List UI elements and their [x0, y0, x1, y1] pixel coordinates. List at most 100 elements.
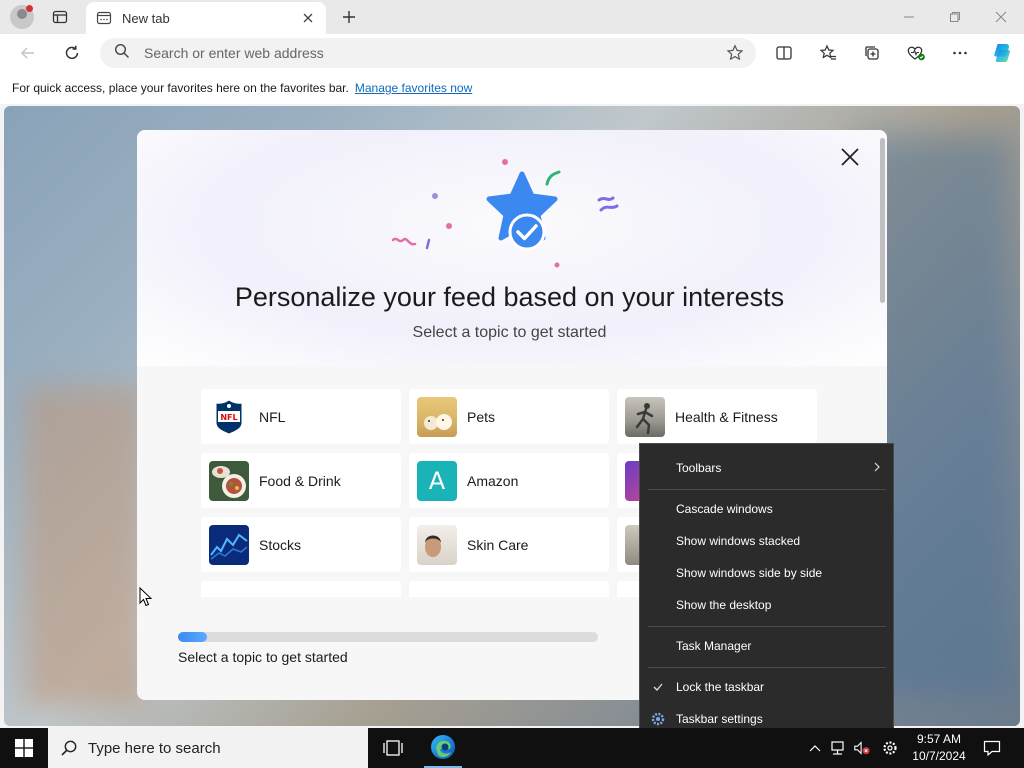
network-icon[interactable]: [829, 738, 847, 758]
stocks-thumbnail: [209, 524, 249, 565]
dialog-scrollbar[interactable]: [880, 138, 885, 303]
settings-gear-icon[interactable]: [881, 738, 899, 758]
address-toolbar: [0, 34, 1024, 72]
gear-icon: [651, 712, 665, 726]
menu-item-label: Task Manager: [676, 639, 752, 653]
clock-date: 10/7/2024: [912, 749, 966, 763]
skincare-thumbnail: [417, 524, 457, 565]
menu-item-label: Show the desktop: [676, 598, 772, 612]
mouse-cursor-icon: [139, 587, 153, 607]
dialog-subtitle: Select a topic to get started: [412, 324, 607, 341]
taskbar-context-menu: Toolbars Cascade windows Show windows st…: [639, 443, 894, 744]
topic-label: Food & Drink: [259, 472, 341, 489]
manage-favorites-link[interactable]: Manage favorites now: [355, 81, 472, 95]
task-view-button[interactable]: [378, 728, 408, 768]
star-celebration-icon: [391, 159, 619, 268]
menu-separator: [648, 489, 886, 490]
menu-separator: [648, 667, 886, 668]
menu-item-lock-the-taskbar[interactable]: Lock the taskbar: [640, 672, 893, 702]
tab-title: New tab: [122, 10, 170, 26]
chevron-right-icon: [873, 461, 881, 476]
action-center-button[interactable]: [980, 728, 1004, 768]
topic-card-partial[interactable]: [201, 581, 401, 597]
tab-close-icon[interactable]: [300, 10, 316, 26]
clock-time: 9:57 AM: [916, 732, 962, 746]
menu-item-label: Show windows side by side: [676, 566, 823, 580]
tab-strip: New tab: [0, 0, 1024, 34]
progress-fill: [178, 632, 208, 642]
split-screen-icon[interactable]: [770, 40, 798, 66]
fitness-thumbnail: [625, 396, 665, 437]
menu-item-show-the-desktop[interactable]: Show the desktop: [640, 590, 893, 620]
topic-card-stocks[interactable]: Stocks: [201, 517, 401, 572]
close-dialog-button[interactable]: [837, 144, 863, 170]
taskbar-search-placeholder: Type here to search: [88, 739, 221, 757]
new-tab-button[interactable]: [338, 6, 360, 28]
menu-item-label: Lock the taskbar: [676, 680, 765, 694]
menu-item-task-manager[interactable]: Task Manager: [640, 631, 893, 661]
favorites-icon[interactable]: [814, 40, 842, 66]
start-button[interactable]: [0, 728, 48, 768]
menu-item-show-windows-stacked[interactable]: Show windows stacked: [640, 526, 893, 556]
taskbar-edge-app[interactable]: [424, 728, 462, 768]
topic-card-skin-care[interactable]: Skin Care: [409, 517, 609, 572]
nfl-logo-icon: NFL: [209, 397, 249, 437]
close-window-button[interactable]: [978, 0, 1024, 34]
minimize-button[interactable]: [886, 0, 932, 34]
topic-label: Health & Fitness: [675, 408, 778, 425]
address-input[interactable]: [144, 45, 704, 61]
topic-card-pets[interactable]: Pets: [409, 389, 609, 444]
menu-item-label: Cascade windows: [676, 502, 773, 516]
windows-taskbar: Type here to search 9:57 AM 10/7/2024: [0, 728, 1024, 768]
topic-label: Stocks: [259, 536, 302, 553]
favorite-star-icon[interactable]: [726, 44, 744, 67]
favorites-bar-message: For quick access, place your favorites h…: [12, 81, 349, 95]
restore-button[interactable]: [932, 0, 978, 34]
windows-logo-icon: [15, 739, 33, 757]
topic-card-amazon[interactable]: A Amazon: [409, 453, 609, 508]
menu-separator: [648, 626, 886, 627]
collections-icon[interactable]: [858, 40, 886, 66]
svg-text:NFL: NFL: [220, 413, 237, 422]
topic-label: NFL: [259, 408, 286, 425]
topic-card-health-fitness[interactable]: Health & Fitness: [617, 389, 817, 444]
edge-browser-icon: [431, 735, 455, 759]
tab-new-tab[interactable]: New tab: [86, 2, 326, 34]
address-bar[interactable]: [100, 38, 756, 68]
menu-item-cascade-windows[interactable]: Cascade windows: [640, 494, 893, 524]
topic-card-partial[interactable]: [409, 581, 609, 597]
topic-card-food-drink[interactable]: Food & Drink: [201, 453, 401, 508]
menu-item-show-windows-side-by-side[interactable]: Show windows side by side: [640, 558, 893, 588]
topic-card-nfl[interactable]: NFL NFL: [201, 389, 401, 444]
pets-thumbnail: [417, 396, 457, 437]
copilot-icon[interactable]: [988, 40, 1016, 66]
dialog-title: Personalize your feed based on your inte…: [234, 282, 785, 312]
more-options-icon[interactable]: [946, 40, 974, 66]
notification-dot: [26, 5, 33, 12]
menu-item-toolbars[interactable]: Toolbars: [640, 453, 893, 483]
search-icon: [114, 43, 130, 64]
topic-label: Amazon: [467, 472, 519, 489]
refresh-button[interactable]: [58, 40, 86, 66]
task-view-icon: [383, 740, 403, 756]
taskbar-clock[interactable]: 9:57 AM 10/7/2024: [904, 731, 974, 765]
amazon-a-icon: A: [417, 460, 457, 501]
topic-label: Pets: [467, 408, 496, 425]
taskbar-search-box[interactable]: Type here to search: [48, 728, 368, 768]
browser-essentials-icon[interactable]: [902, 40, 930, 66]
new-tab-icon: [96, 10, 112, 26]
topic-label: Skin Care: [467, 536, 529, 553]
notification-icon: [983, 740, 1001, 756]
search-icon: [61, 740, 77, 756]
show-hidden-icons-chevron-icon[interactable]: [806, 738, 824, 758]
menu-item-label: Taskbar settings: [676, 712, 763, 726]
checkmark-icon: [651, 680, 665, 694]
volume-muted-icon[interactable]: [853, 738, 871, 758]
progress-label: Select a topic to get started: [178, 649, 348, 665]
menu-item-label: Toolbars: [676, 461, 722, 475]
favorites-bar: For quick access, place your favorites h…: [0, 72, 1024, 104]
tab-actions-icon[interactable]: [48, 6, 72, 28]
menu-item-label: Show windows stacked: [676, 534, 801, 548]
back-button[interactable]: [14, 40, 42, 66]
food-thumbnail: [209, 460, 249, 501]
